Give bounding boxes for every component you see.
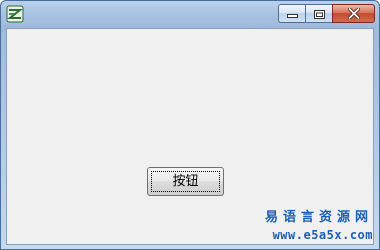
push-button[interactable]: 按钮 [147, 167, 224, 196]
watermark-site-name: 易语言资源网 [264, 210, 373, 225]
close-icon [347, 4, 360, 23]
caption-buttons [278, 4, 375, 23]
site-watermark: 易语言资源网 www.e5a5x.com [265, 209, 373, 243]
close-button[interactable] [332, 4, 375, 23]
application-window: 按钮 易语言资源网 www.e5a5x.com [0, 0, 380, 250]
watermark-url: www.e5a5x.com [272, 228, 373, 242]
app-logo-icon[interactable] [6, 5, 24, 23]
minimize-icon [286, 4, 298, 23]
maximize-button[interactable] [305, 4, 332, 23]
title-bar[interactable] [1, 1, 379, 28]
minimize-button[interactable] [278, 4, 305, 23]
push-button-label: 按钮 [172, 174, 199, 189]
maximize-icon [313, 4, 325, 23]
